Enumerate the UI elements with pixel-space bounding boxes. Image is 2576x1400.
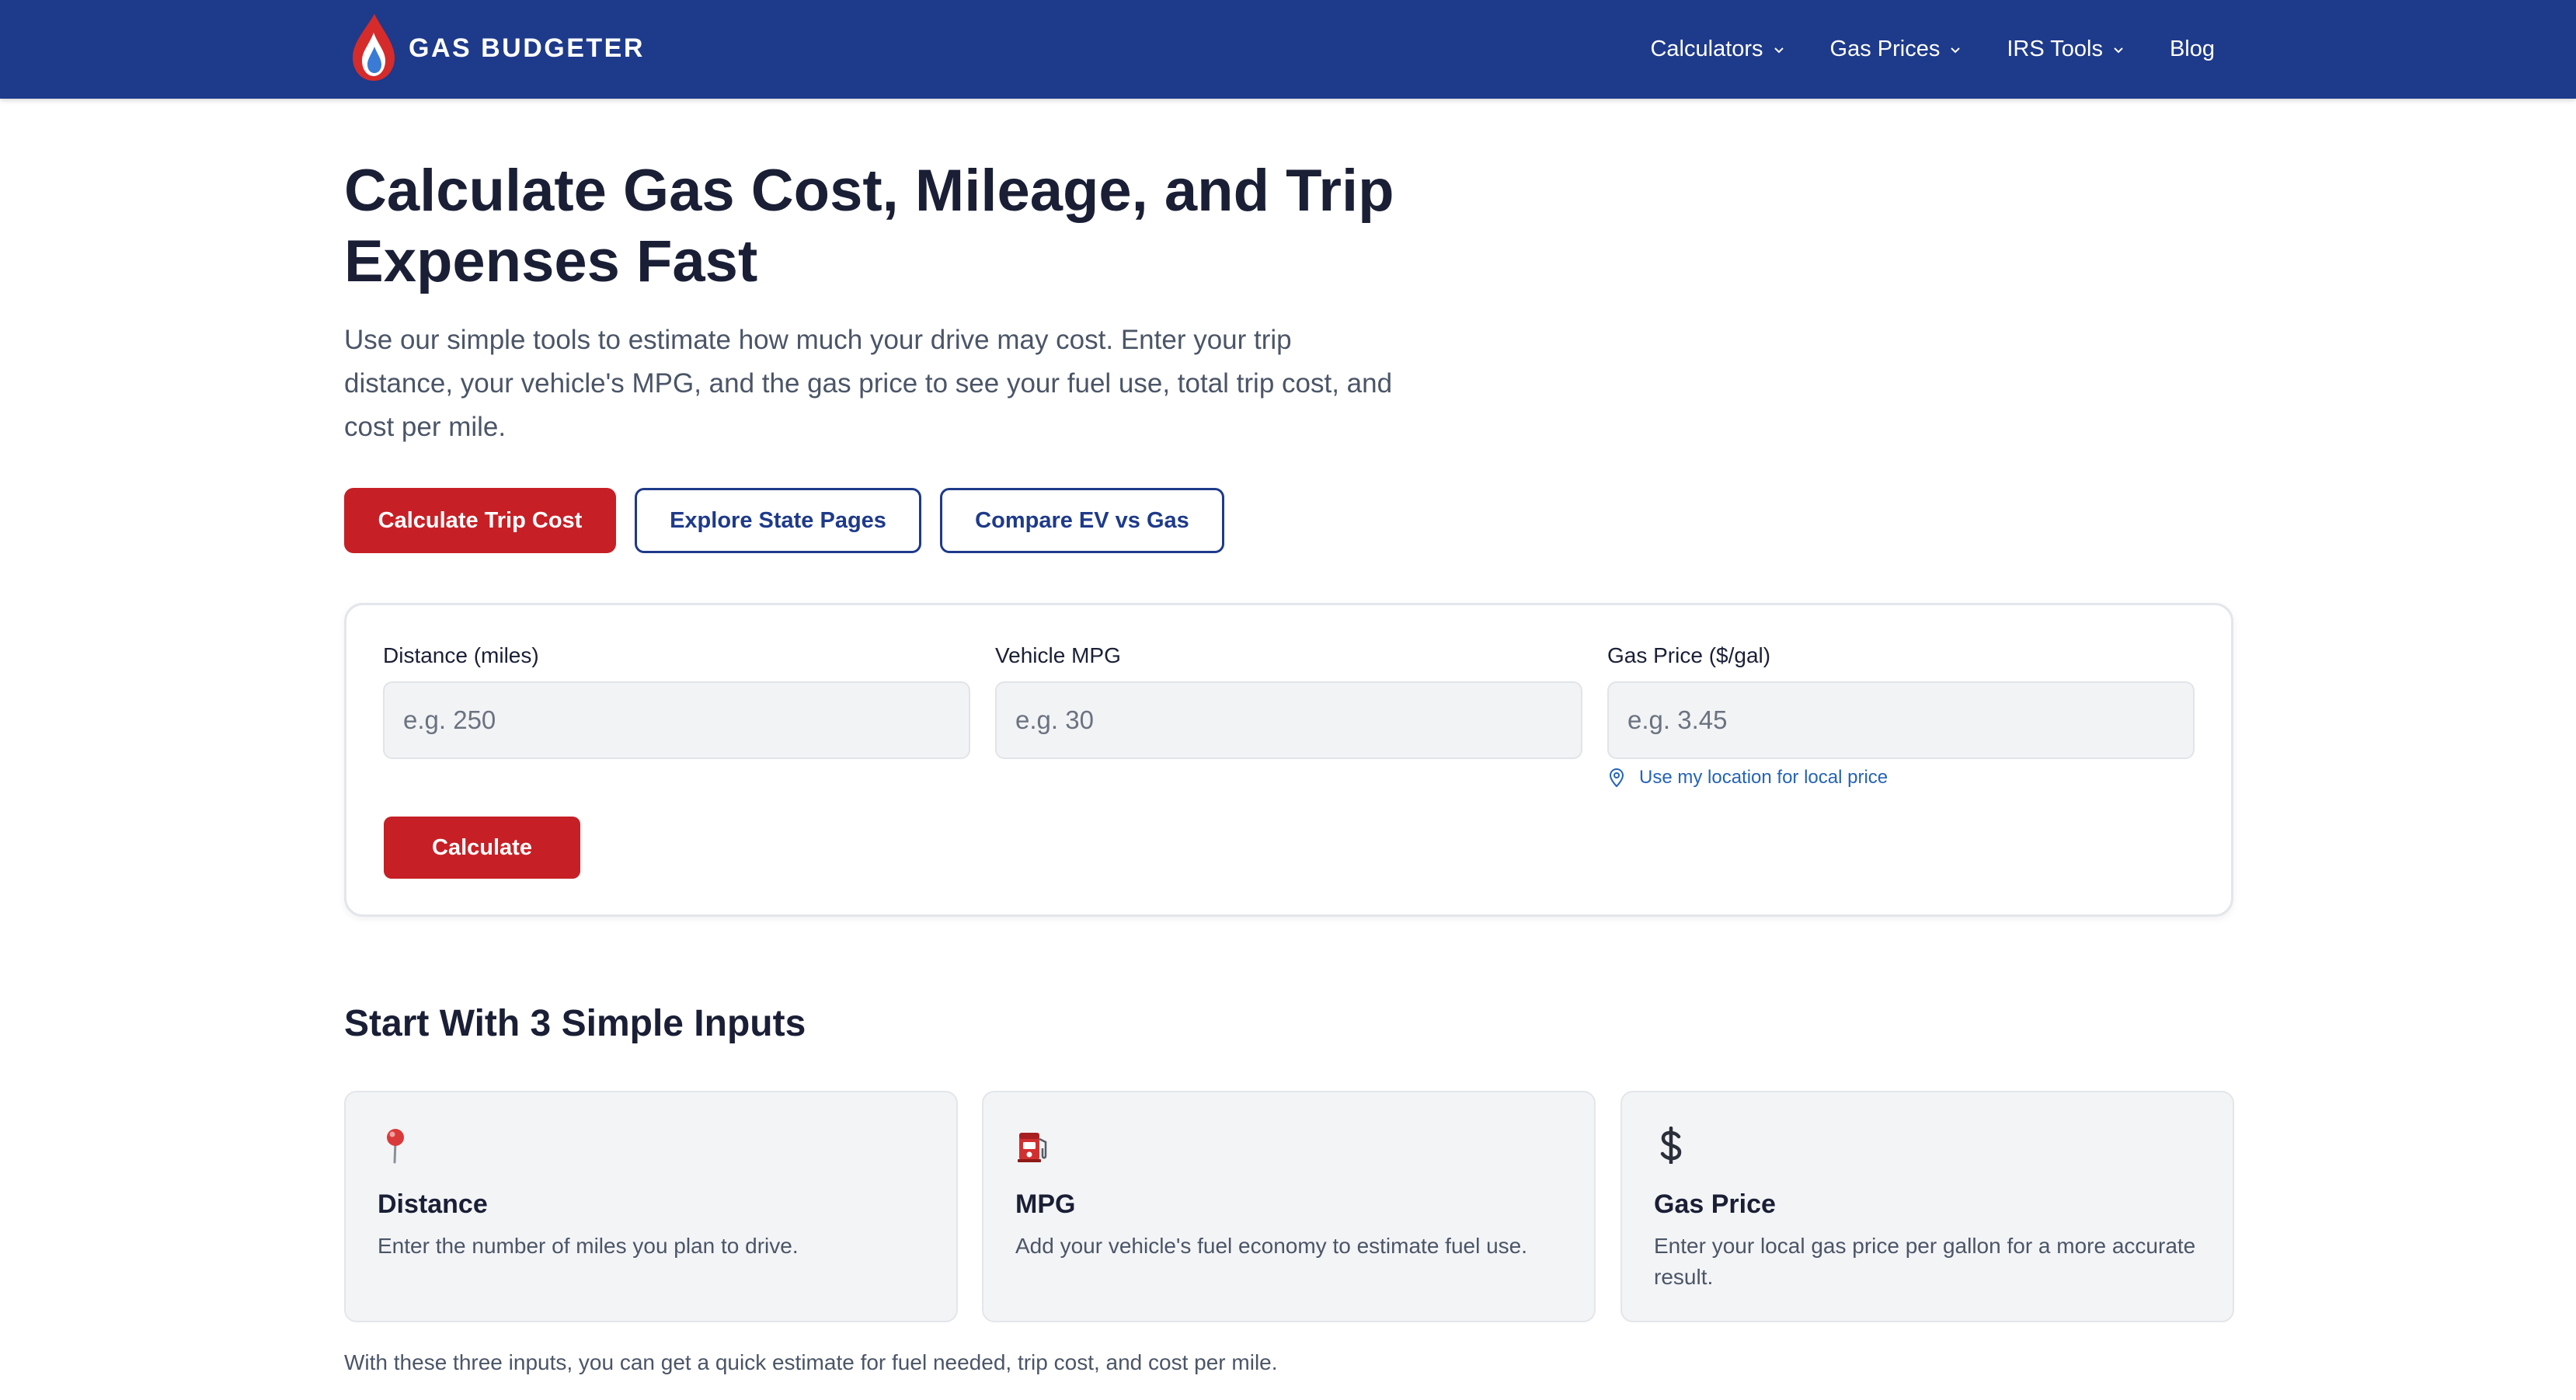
chevron-down-icon <box>2114 47 2123 53</box>
nav-calculators-label: Calculators <box>1650 37 1763 61</box>
mpg-label: Vehicle MPG <box>995 643 1121 667</box>
distance-label: Distance (miles) <box>383 643 539 667</box>
use-my-location-label: Use my location for local price <box>1639 767 1888 788</box>
section-title: Start With 3 Simple Inputs <box>344 1003 806 1044</box>
chevron-down-icon <box>1951 47 1961 53</box>
main-nav: Calculators Gas Prices IRS Tools Blog <box>1650 0 2215 99</box>
gas-price-field-group: Gas Price ($/gal) <box>1607 643 2195 759</box>
nav-blog[interactable]: Blog <box>2170 37 2215 62</box>
trip-cost-calculator: Distance (miles) Vehicle MPG Gas Price (… <box>344 603 2233 917</box>
nav-irs-tools[interactable]: IRS Tools <box>2007 37 2126 62</box>
distance-card: Distance Enter the number of miles you p… <box>344 1091 958 1322</box>
site-header: GAS BUDGETER Calculators Gas Prices IRS … <box>0 0 2576 99</box>
gas-price-input[interactable] <box>1607 681 2195 759</box>
brand-logo-link[interactable]: GAS BUDGETER <box>348 8 645 89</box>
mpg-field-group: Vehicle MPG <box>995 643 1582 759</box>
card-text: Enter the number of miles you plan to dr… <box>378 1234 799 1258</box>
card-title: Gas Price <box>1654 1189 1776 1219</box>
mpg-card: MPG Add your vehicle's fuel economy to e… <box>982 1091 1596 1322</box>
gas-price-label: Gas Price ($/gal) <box>1607 643 1771 667</box>
card-title: MPG <box>1015 1189 1076 1219</box>
fuel-pump-icon <box>1018 1133 1047 1162</box>
inputs-footnote: With these three inputs, you can get a q… <box>344 1350 1278 1374</box>
calculate-trip-cost-button[interactable]: Calculate Trip Cost <box>344 488 616 553</box>
card-text: Enter your local gas price per gallon fo… <box>1654 1234 2196 1289</box>
distance-field-group: Distance (miles) <box>383 643 970 759</box>
nav-irs-tools-label: IRS Tools <box>2007 37 2103 61</box>
hero-button-group: Calculate Trip Cost Explore State Pages … <box>344 488 1224 553</box>
calculate-button[interactable]: Calculate <box>384 817 580 879</box>
map-pin-icon <box>387 1129 404 1164</box>
compare-ev-vs-gas-button[interactable]: Compare EV vs Gas <box>940 488 1224 553</box>
gas-price-card: Gas Price Enter your local gas price per… <box>1620 1091 2234 1322</box>
explore-state-pages-button[interactable]: Explore State Pages <box>635 488 921 553</box>
card-title: Distance <box>378 1189 488 1219</box>
distance-input[interactable] <box>383 681 970 759</box>
use-my-location-link[interactable]: Use my location for local price <box>1608 767 1888 789</box>
flame-drop-logo-icon <box>353 14 395 81</box>
card-text: Add your vehicle's fuel economy to estim… <box>1015 1234 1528 1258</box>
dollar-sign-icon <box>1660 1127 1682 1164</box>
nav-blog-label: Blog <box>2169 37 2215 61</box>
chevron-down-icon <box>1774 47 1784 53</box>
map-pin-outline-icon <box>1609 768 1624 788</box>
brand-name: GAS BUDGETER <box>409 33 645 63</box>
mpg-input[interactable] <box>995 681 1582 759</box>
nav-gas-prices[interactable]: Gas Prices <box>1830 37 1964 62</box>
nav-calculators[interactable]: Calculators <box>1650 37 1786 62</box>
hero-subtitle: Use our simple tools to estimate how muc… <box>344 325 1393 442</box>
nav-gas-prices-label: Gas Prices <box>1829 37 1941 61</box>
page-title: Calculate Gas Cost, Mileage, and Trip Ex… <box>344 158 1394 294</box>
